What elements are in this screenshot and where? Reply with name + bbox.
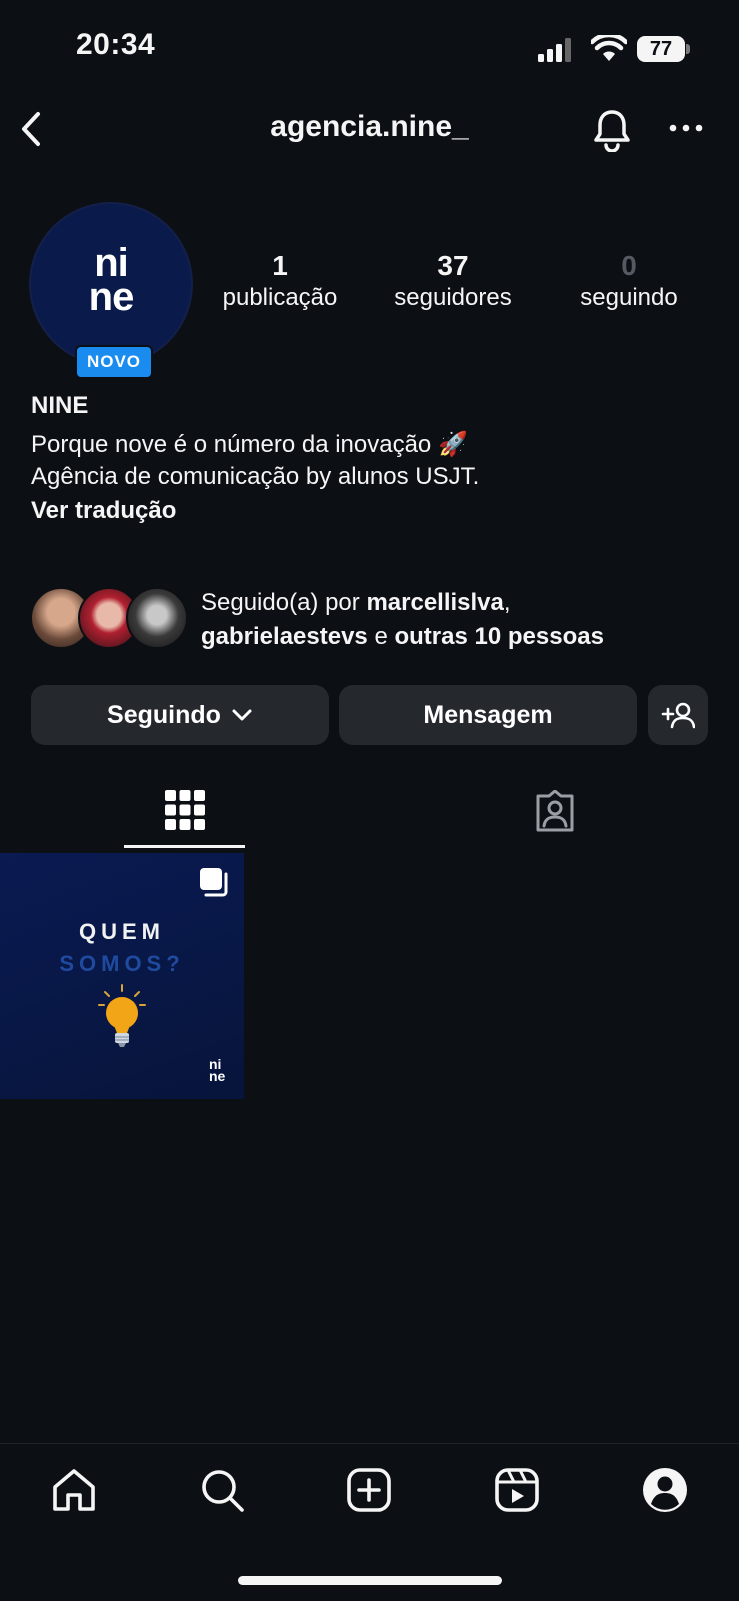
follower-avatar-3[interactable] <box>126 587 188 649</box>
lightbulb-icon <box>98 984 146 1047</box>
search-icon <box>202 1470 244 1512</box>
more-options-button[interactable] <box>668 122 704 134</box>
stat-posts-label: publicação <box>222 284 338 311</box>
post-thumbnail[interactable]: QUEM SOMOS? ni ne <box>0 853 244 1099</box>
home-indicator[interactable] <box>238 1576 502 1585</box>
more-icon <box>669 124 703 132</box>
following-button[interactable]: Seguindo <box>31 685 329 745</box>
post-brand-logo: ni ne <box>209 1056 226 1084</box>
profile-name: NINE <box>31 392 89 419</box>
reels-icon <box>495 1468 539 1512</box>
bio-line-2: Agência de comunicação by alunos USJT. <box>31 463 480 490</box>
plus-square-icon <box>347 1468 391 1512</box>
followed-by-text[interactable]: Seguido(a) por marcellislva, gabrielaest… <box>201 586 604 654</box>
stat-posts-value: 1 <box>272 250 288 281</box>
home-icon <box>53 1469 95 1511</box>
tagged-person-icon <box>536 790 574 832</box>
nav-search[interactable] <box>199 1467 245 1513</box>
post-title-line-2: SOMOS? <box>59 951 185 976</box>
stat-followers-label: seguidores <box>394 284 512 311</box>
profile-avatar[interactable]: ni ne <box>31 204 191 364</box>
stat-followers-value: 37 <box>437 250 469 281</box>
bell-icon <box>594 110 630 152</box>
suggested-users-button[interactable] <box>648 685 708 745</box>
stat-following[interactable]: 0 seguindo <box>559 250 699 312</box>
avatar-logo: ni ne <box>88 241 135 319</box>
status-time: 20:34 <box>76 28 156 61</box>
message-button[interactable]: Mensagem <box>339 685 637 745</box>
post-title-line-1: QUEM <box>79 919 165 944</box>
stat-posts[interactable]: 1 publicação <box>210 250 350 312</box>
wifi-icon <box>591 35 627 63</box>
battery-indicator: 77 <box>637 36 685 62</box>
stat-following-label: seguindo <box>580 284 678 311</box>
nav-profile[interactable] <box>642 1467 688 1513</box>
signal-icon <box>538 38 578 62</box>
tab-tagged[interactable] <box>534 790 576 832</box>
notifications-button[interactable] <box>592 108 632 152</box>
nav-create[interactable] <box>346 1467 392 1513</box>
profile-avatar-icon <box>643 1468 687 1512</box>
add-person-icon <box>661 702 695 729</box>
nav-home[interactable] <box>51 1467 97 1513</box>
nav-reels[interactable] <box>494 1467 540 1513</box>
stat-following-value: 0 <box>621 250 637 281</box>
following-label: Seguindo <box>107 700 221 729</box>
tab-posts-grid[interactable] <box>165 790 205 830</box>
chevron-down-icon <box>232 709 252 721</box>
grid-icon <box>165 790 205 830</box>
translate-link[interactable]: Ver tradução <box>31 497 176 525</box>
carousel-icon <box>200 868 228 897</box>
bio-line-1: Porque nove é o número da inovação 🚀 <box>31 431 468 458</box>
active-tab-indicator <box>124 845 245 848</box>
stat-followers[interactable]: 37 seguidores <box>383 250 523 312</box>
battery-tip <box>686 44 690 54</box>
new-badge: NOVO <box>75 345 153 379</box>
